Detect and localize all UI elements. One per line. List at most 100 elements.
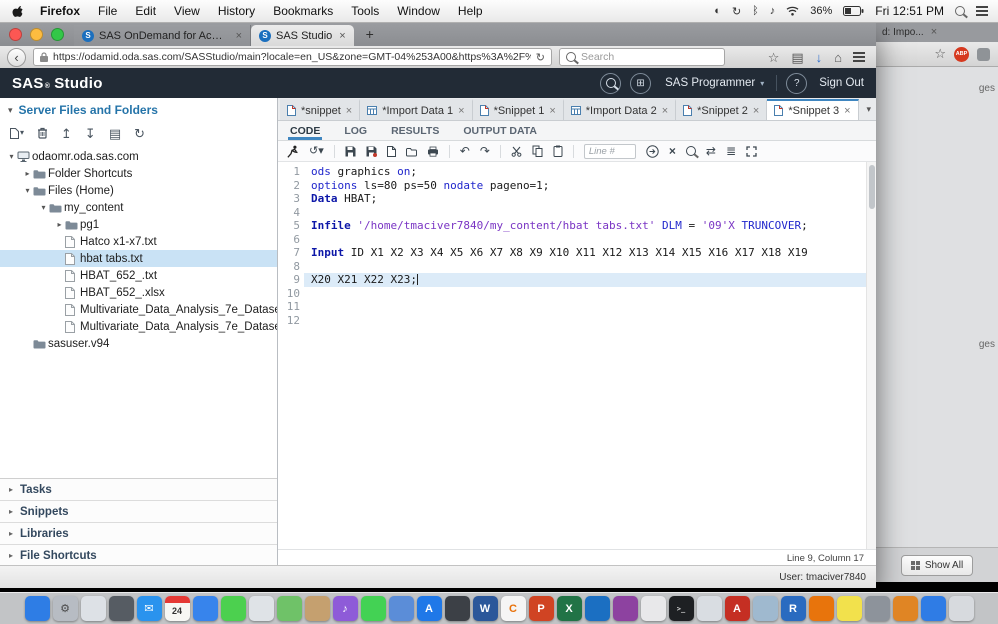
dock-icon-firefox[interactable] [809, 596, 834, 621]
tab-overflow-button[interactable]: ▾ [859, 104, 880, 115]
sidebar-section-snippets[interactable]: ▸Snippets [0, 500, 277, 522]
header-search-button[interactable] [600, 73, 621, 94]
code-line[interactable] [304, 314, 876, 328]
upload-icon[interactable]: ↥ [61, 127, 72, 140]
bookmark-star-icon[interactable]: ☆ [768, 51, 780, 64]
tab-close-icon[interactable]: × [549, 105, 555, 117]
menu-item-history[interactable]: History [209, 0, 264, 22]
disclosure-caret[interactable]: ▸ [22, 169, 33, 178]
dock-icon-photo-booth[interactable] [389, 596, 414, 621]
background-tab-close-icon[interactable]: × [931, 26, 937, 38]
wifi-icon[interactable] [786, 6, 799, 16]
disclosure-caret[interactable]: ▸ [54, 220, 65, 229]
menu-item-help[interactable]: Help [449, 0, 492, 22]
reload-icon[interactable]: ↻ [536, 51, 545, 64]
dock-icon-chrome[interactable]: C [501, 596, 526, 621]
tree-item[interactable]: ▾odaomr.oda.sas.com [0, 148, 277, 165]
open-program-icon[interactable] [406, 146, 417, 157]
code-line[interactable] [304, 287, 876, 301]
dock-icon-safari[interactable] [193, 596, 218, 621]
menu-item-edit[interactable]: Edit [126, 0, 165, 22]
code-line[interactable]: Infile '/home/tmaciver7840/my_content/hb… [304, 219, 876, 233]
new-tab-button[interactable]: + [360, 26, 380, 42]
code-editor[interactable]: 123456789101112 ods graphics on;options … [278, 162, 876, 549]
display-icon[interactable]: ◐ [714, 5, 721, 17]
role-menu[interactable]: SAS Programmer ▾ [665, 77, 764, 89]
server-files-section-header[interactable]: ▾ Server Files and Folders [0, 98, 277, 122]
spotlight-icon[interactable] [955, 6, 965, 16]
tree-item[interactable]: Hatco x1-x7.txt [0, 233, 277, 250]
dock-icon-powerpoint[interactable]: P [529, 596, 554, 621]
undo-icon[interactable]: ↶ [460, 145, 470, 157]
back-button[interactable]: ‹ [7, 48, 26, 67]
menu-item-bookmarks[interactable]: Bookmarks [264, 0, 342, 22]
menu-icon[interactable] [853, 52, 865, 54]
dock-icon-word[interactable]: W [473, 596, 498, 621]
editor-scrollbar[interactable] [866, 162, 876, 549]
time-machine-icon[interactable]: ↻ [732, 5, 741, 18]
document-tab[interactable]: *snippet× [280, 99, 360, 120]
document-tab[interactable]: *Snippet 1× [473, 99, 564, 120]
document-tab[interactable]: *Import Data 2× [564, 99, 676, 120]
dock-icon-outlook[interactable] [585, 596, 610, 621]
browser-tab[interactable]: SSAS OnDemand for Acade...× [74, 25, 251, 46]
tree-item[interactable]: Multivariate_Data_Analysis_7e_Datasets_E… [0, 318, 277, 335]
dock-icon-finder[interactable] [25, 596, 50, 621]
tree-item[interactable]: HBAT_652_.xlsx [0, 284, 277, 301]
volume-icon[interactable]: ♪ [770, 5, 776, 17]
dock-icon-dashboard[interactable] [445, 596, 470, 621]
tab-close-icon[interactable]: × [236, 30, 242, 42]
code-line[interactable] [304, 206, 876, 220]
dock-icon-preview[interactable] [753, 596, 778, 621]
maximize-icon[interactable] [746, 146, 757, 157]
search-input[interactable]: Search [559, 48, 725, 66]
menu-item-file[interactable]: File [89, 0, 126, 22]
extension-icon[interactable] [977, 48, 990, 61]
code-line[interactable]: options ls=80 ps=50 nodate pageno=1; [304, 179, 876, 193]
browser-tab[interactable]: SSAS Studio× [251, 25, 354, 46]
apps-grid-button[interactable]: ⊞ [630, 73, 651, 94]
dock-icon-onenote[interactable] [613, 596, 638, 621]
document-tab[interactable]: *Snippet 2× [676, 99, 767, 120]
code-line[interactable] [304, 233, 876, 247]
menu-item-window[interactable]: Window [388, 0, 449, 22]
view-tab-results[interactable]: RESULTS [389, 121, 441, 140]
scrollbar-thumb[interactable] [869, 165, 875, 209]
dock-icon-launchpad[interactable] [81, 596, 106, 621]
apple-menu-icon[interactable] [12, 5, 23, 18]
dock-icon-photos[interactable] [249, 596, 274, 621]
dock-icon-dropbox[interactable] [921, 596, 946, 621]
bookmark-star-icon[interactable]: ☆ [934, 46, 946, 62]
sidebar-section-libraries[interactable]: ▸Libraries [0, 522, 277, 544]
redo-icon[interactable]: ↷ [480, 145, 490, 157]
sidebar-section-file-shortcuts[interactable]: ▸File Shortcuts [0, 544, 277, 566]
adblock-badge[interactable]: ABP [954, 47, 969, 62]
cut-icon[interactable] [511, 146, 522, 157]
sign-out-button[interactable]: Sign Out [819, 77, 864, 89]
save-as-icon[interactable] [366, 146, 377, 157]
code-pane[interactable]: ods graphics on;options ls=80 ps=50 noda… [304, 162, 876, 549]
disclosure-caret[interactable]: ▾ [22, 186, 33, 195]
dock-icon-terminal[interactable]: >_ [669, 596, 694, 621]
view-tab-code[interactable]: CODE [288, 121, 322, 140]
disclosure-caret[interactable]: ▾ [6, 152, 17, 161]
reading-list-icon[interactable]: ▤ [791, 51, 803, 64]
new-item-icon[interactable]: ▾ [10, 128, 24, 139]
close-window-button[interactable] [9, 28, 22, 41]
dock-icon-r[interactable]: R [781, 596, 806, 621]
battery-icon[interactable] [843, 6, 864, 16]
copy-icon[interactable] [532, 145, 543, 157]
minimize-window-button[interactable] [30, 28, 43, 41]
disclosure-caret[interactable]: ▾ [38, 203, 49, 212]
dock-icon-messages[interactable] [221, 596, 246, 621]
menu-item-firefox[interactable]: Firefox [31, 0, 89, 22]
dock-icon-itunes[interactable]: ♪ [333, 596, 358, 621]
notification-center-icon[interactable] [976, 6, 988, 8]
dock-icon-trash[interactable] [949, 596, 974, 621]
bluetooth-icon[interactable]: ᛒ [752, 5, 759, 17]
code-line[interactable] [304, 260, 876, 274]
downloads-icon[interactable]: ↓ [816, 51, 823, 64]
dock-icon-stickies[interactable] [837, 596, 862, 621]
tab-close-icon[interactable]: × [346, 105, 352, 117]
tree-item[interactable]: Multivariate_Data_Analysis_7e_Datasets_E… [0, 301, 277, 318]
